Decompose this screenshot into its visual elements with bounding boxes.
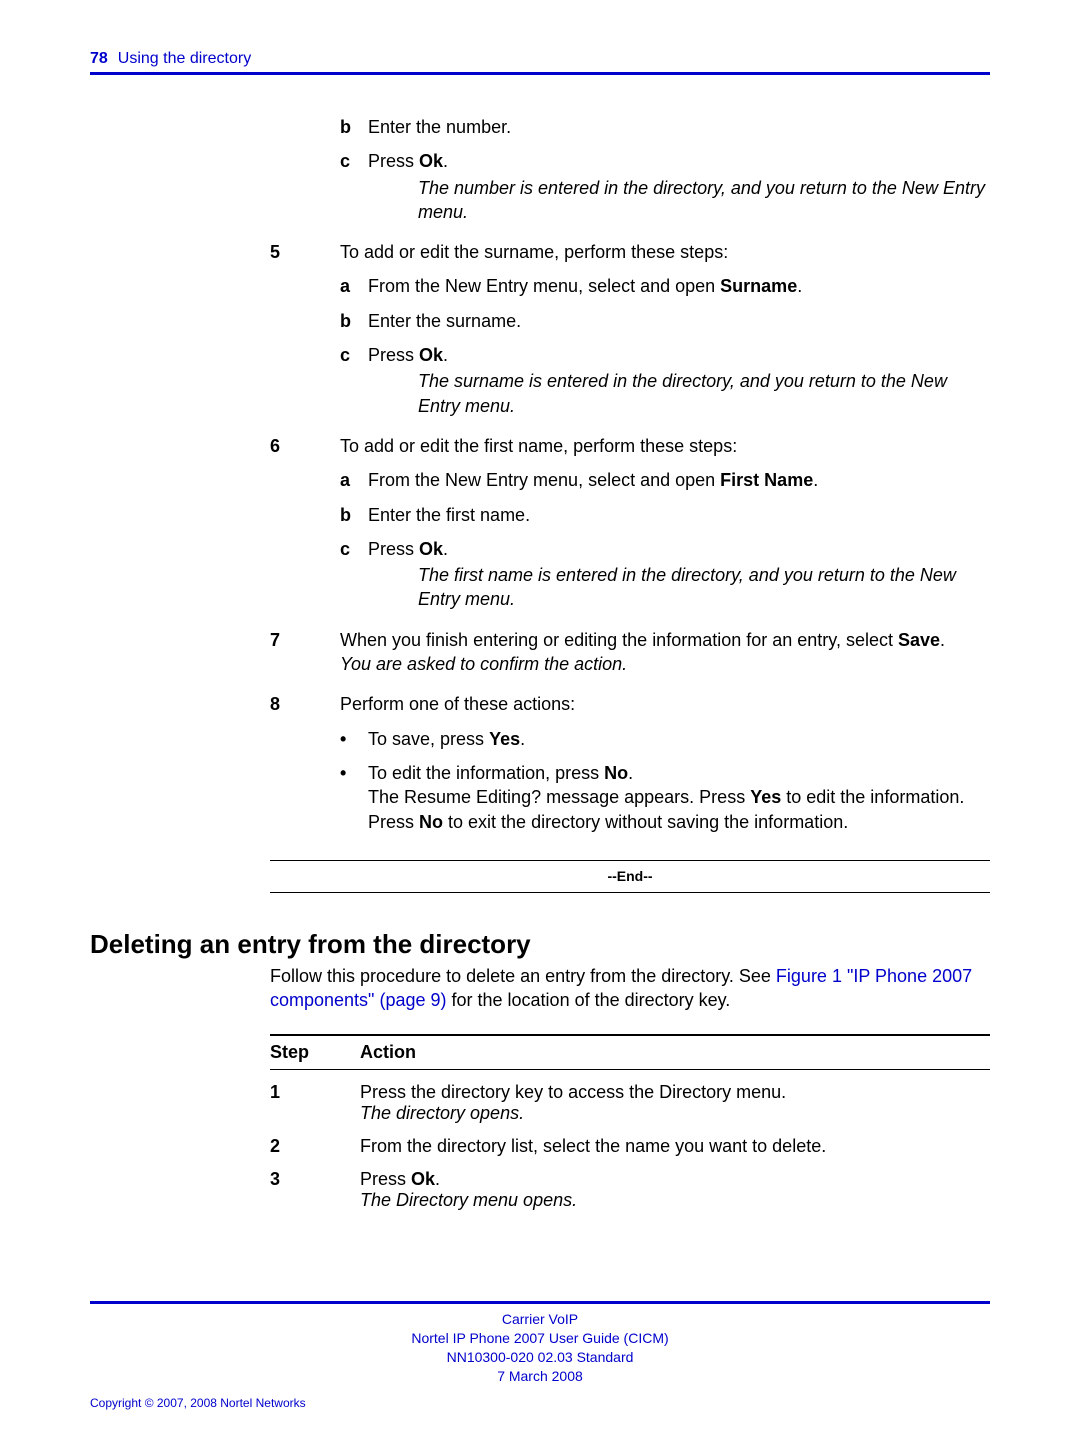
step5-a-pre: From the New Entry menu, select and open <box>368 276 720 296</box>
step7-pre: When you finish entering or editing the … <box>340 630 898 650</box>
main-content: b Enter the number. c Press Ok. The numb… <box>270 105 990 893</box>
step8-b2-l2b: Yes <box>750 787 781 807</box>
step6-text: To add or edit the first name, perform t… <box>340 434 990 458</box>
row1-text: Press the directory key to access the Di… <box>360 1082 786 1102</box>
step5-c-bold: Ok <box>419 345 443 365</box>
step5-sub-c: c Press Ok. The surname is entered in th… <box>340 343 990 418</box>
row3-post: . <box>435 1169 440 1189</box>
step5-a-post: . <box>797 276 802 296</box>
step5-a-bold: Surname <box>720 276 797 296</box>
intro-a: Follow this procedure to delete an entry… <box>270 966 776 986</box>
table-header: Step Action <box>270 1036 990 1069</box>
step8-number: 8 <box>270 692 340 833</box>
step-6: 6 To add or edit the first name, perform… <box>270 434 990 612</box>
step6-c-pre: Press <box>368 539 419 559</box>
step4-sub-c: c Press Ok. The number is entered in the… <box>340 149 990 224</box>
page-container: 78 Using the directory b Enter the numbe… <box>0 0 1080 1440</box>
step6-sub-b: b Enter the first name. <box>340 503 990 527</box>
step8-b1-bold: Yes <box>489 729 520 749</box>
step6-a-bold: First Name <box>720 470 813 490</box>
footer-line4: 7 March 2008 <box>90 1367 990 1386</box>
step5-number: 5 <box>270 240 340 418</box>
step5-c-pre: Press <box>368 345 419 365</box>
step6-sub-a: a From the New Entry menu, select and op… <box>340 468 990 492</box>
step8-bullet-1: • To save, press Yes. <box>340 727 990 751</box>
row2-text: From the directory list, select the name… <box>360 1136 990 1157</box>
step5-b-text: Enter the surname. <box>368 309 990 333</box>
step4-c-pre: Press <box>368 151 419 171</box>
step7-bold: Save <box>898 630 940 650</box>
section-title-deleting: Deleting an entry from the directory <box>90 929 990 960</box>
end-label: --End-- <box>270 861 990 892</box>
step-4-continued: b Enter the number. c Press Ok. The numb… <box>270 105 990 224</box>
step8-b2-bold: No <box>604 763 628 783</box>
step6-a-pre: From the New Entry menu, select and open <box>368 470 720 490</box>
footer-rule <box>90 1301 990 1304</box>
step6-c-bold: Ok <box>419 539 443 559</box>
step-8: 8 Perform one of these actions: • To sav… <box>270 692 990 833</box>
step7-number: 7 <box>270 628 340 677</box>
footer-line2: Nortel IP Phone 2007 User Guide (CICM) <box>90 1329 990 1348</box>
step-5: 5 To add or edit the surname, perform th… <box>270 240 990 418</box>
page-header: 78 Using the directory <box>90 50 990 72</box>
row1-num: 1 <box>270 1082 360 1124</box>
header-rule <box>90 72 990 75</box>
row3-num: 3 <box>270 1169 360 1211</box>
end-block: --End-- <box>270 860 990 893</box>
step8-b2-post: . <box>628 763 633 783</box>
row1-note: The directory opens. <box>360 1103 990 1124</box>
footer-line3: NN10300-020 02.03 Standard <box>90 1348 990 1367</box>
row3-pre: Press <box>360 1169 411 1189</box>
intro-b: for the location of the directory key. <box>447 990 731 1010</box>
table-row-1: 1 Press the directory key to access the … <box>270 1070 990 1124</box>
step4-sub-b: b Enter the number. <box>340 115 990 139</box>
step8-b2-l2d: No <box>419 812 443 832</box>
footer-text: Carrier VoIP Nortel IP Phone 2007 User G… <box>90 1310 990 1386</box>
step4-c-post: . <box>443 151 448 171</box>
step6-c-post: . <box>443 539 448 559</box>
step8-b2-l2a: The Resume Editing? message appears. Pre… <box>368 787 750 807</box>
header-section-title: Using the directory <box>118 50 251 68</box>
step6-a-post: . <box>813 470 818 490</box>
step4-c-note: The number is entered in the directory, … <box>418 176 990 225</box>
step4-c-bold: Ok <box>419 151 443 171</box>
row3-note: The Directory menu opens. <box>360 1190 990 1211</box>
step5-text: To add or edit the surname, perform thes… <box>340 240 990 264</box>
end-rule-bottom <box>270 892 990 893</box>
step8-b2-pre: To edit the information, press <box>368 763 604 783</box>
step8-bullet-2: • To edit the information, press No. The… <box>340 761 990 834</box>
step6-sub-c: c Press Ok. The first name is entered in… <box>340 537 990 612</box>
section2-intro: Follow this procedure to delete an entry… <box>270 964 990 1013</box>
step5-c-post: . <box>443 345 448 365</box>
step5-c-note: The surname is entered in the directory,… <box>418 369 990 418</box>
step8-text: Perform one of these actions: <box>340 692 990 716</box>
step4-b-text: Enter the number. <box>368 115 990 139</box>
step8-b1-post: . <box>520 729 525 749</box>
table-head-step: Step <box>270 1042 360 1063</box>
table-row-3: 3 Press Ok. The Directory menu opens. <box>270 1157 990 1211</box>
footer-line1: Carrier VoIP <box>90 1310 990 1329</box>
step8-b2-l2e: to exit the directory without saving the… <box>443 812 848 832</box>
page-footer: Carrier VoIP Nortel IP Phone 2007 User G… <box>90 1301 990 1410</box>
step6-c-note: The first name is entered in the directo… <box>418 563 990 612</box>
step6-b-text: Enter the first name. <box>368 503 990 527</box>
table-head-action: Action <box>360 1042 990 1063</box>
row2-num: 2 <box>270 1136 360 1157</box>
table-row-2: 2 From the directory list, select the na… <box>270 1124 990 1157</box>
step6-number: 6 <box>270 434 340 612</box>
step5-sub-a: a From the New Entry menu, select and op… <box>340 274 990 298</box>
step7-note: You are asked to confirm the action. <box>340 652 990 676</box>
step-7: 7 When you finish entering or editing th… <box>270 628 990 677</box>
step-action-table: Step Action 1 Press the directory key to… <box>270 1034 990 1211</box>
step8-b1-pre: To save, press <box>368 729 489 749</box>
page-number: 78 <box>90 50 108 68</box>
copyright: Copyright © 2007, 2008 Nortel Networks <box>90 1396 990 1410</box>
step7-post: . <box>940 630 945 650</box>
step5-sub-b: b Enter the surname. <box>340 309 990 333</box>
row3-bold: Ok <box>411 1169 435 1189</box>
